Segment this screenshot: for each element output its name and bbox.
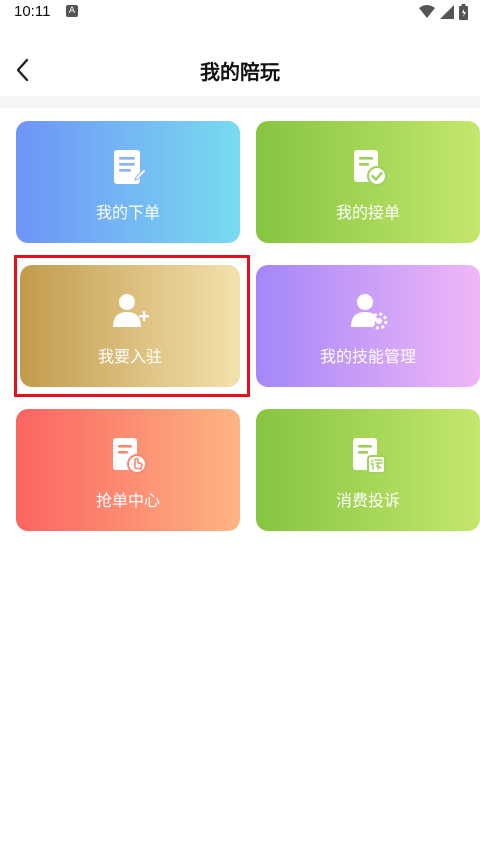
document-check-icon: [354, 150, 387, 186]
document-list-icon: [114, 150, 147, 184]
my-accepted-orders-card[interactable]: 我的接单: [256, 121, 480, 243]
status-bar: 10:11 A: [0, 0, 480, 24]
battery-icon: [459, 4, 468, 20]
order-grab-center-label: 抢单中心: [95, 491, 160, 510]
order-grab-center-card[interactable]: 抢单中心: [16, 409, 240, 531]
user-add-icon: [113, 294, 149, 327]
status-time: 10:11: [14, 3, 51, 20]
document-tap-icon: [113, 438, 147, 474]
user-settings-icon: [351, 294, 388, 330]
wifi-icon: [419, 5, 435, 18]
page-title: 我的陪玩: [200, 60, 280, 84]
page-header: 我的陪玩: [0, 44, 480, 96]
join-as-companion-label: 我要入驻: [97, 347, 162, 366]
my-accepted-orders-label: 我的接单: [335, 203, 400, 222]
document-complaint-icon: [353, 438, 386, 474]
my-skills-management-card[interactable]: 我的技能管理: [256, 265, 480, 387]
consumer-complaint-label: 消费投诉: [335, 491, 400, 510]
notification-badge-icon: A: [66, 5, 78, 17]
header-divider: [0, 96, 480, 108]
join-as-companion-card[interactable]: 我要入驻: [20, 265, 240, 387]
my-orders-card[interactable]: 我的下单: [16, 121, 240, 243]
consumer-complaint-card[interactable]: 消费投诉: [256, 409, 480, 531]
my-orders-label: 我的下单: [95, 203, 160, 222]
system-icons: [419, 4, 468, 20]
my-skills-management-label: 我的技能管理: [319, 347, 416, 366]
signal-icon: [440, 5, 454, 19]
